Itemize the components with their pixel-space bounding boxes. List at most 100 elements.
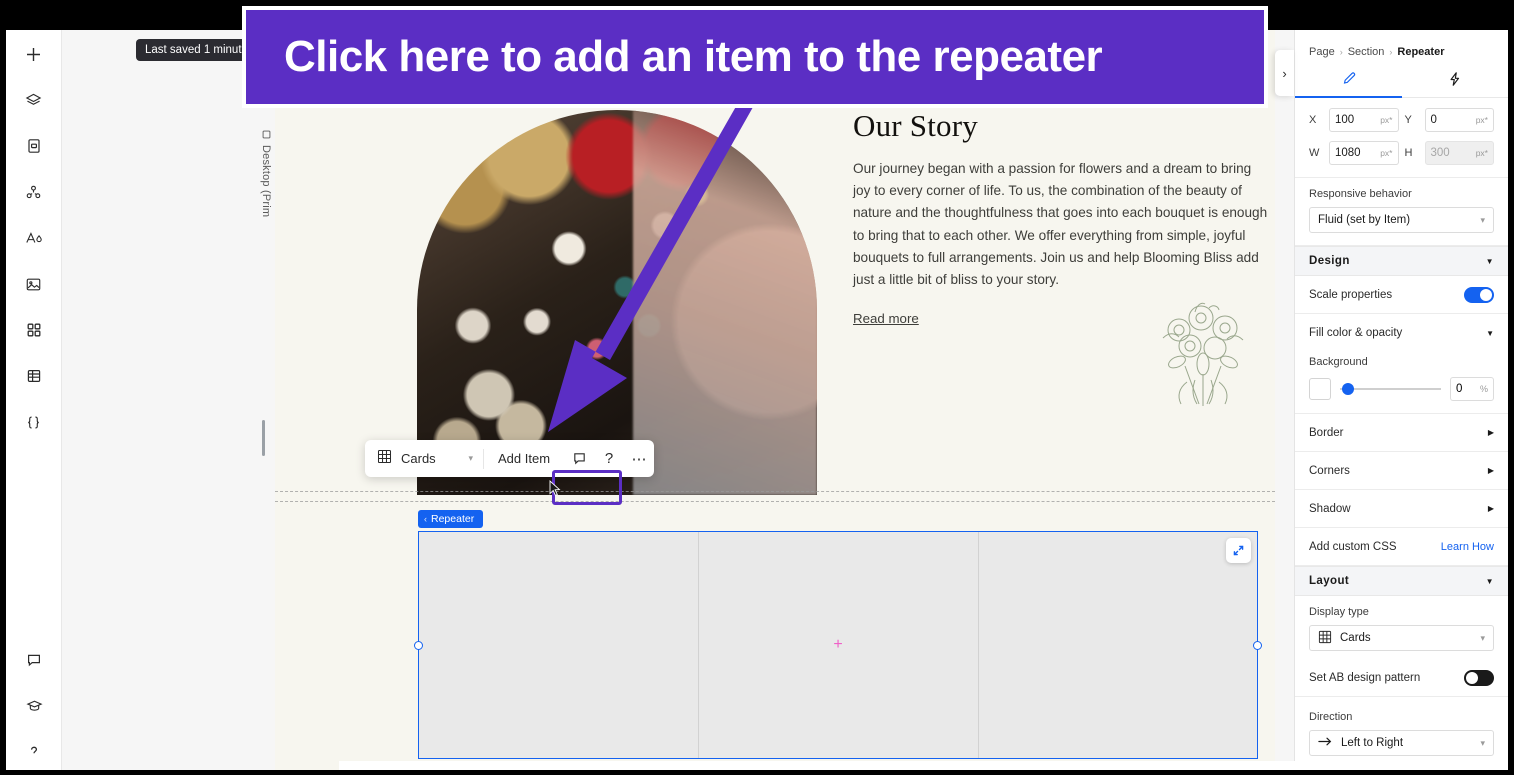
background-opacity-slider[interactable] xyxy=(1340,382,1441,396)
text-icon[interactable] xyxy=(20,224,48,252)
slider-knob[interactable] xyxy=(1342,383,1354,395)
slider-track xyxy=(1340,388,1441,390)
repeater-selection[interactable]: + xyxy=(414,531,1262,759)
grid-icon xyxy=(377,449,392,469)
design-section-header[interactable]: Design ▼ xyxy=(1295,246,1508,276)
apps-icon[interactable] xyxy=(20,316,48,344)
corners-row[interactable]: Corners ▶ xyxy=(1295,452,1508,490)
code-icon[interactable] xyxy=(20,408,48,436)
tab-interactions[interactable] xyxy=(1402,66,1509,97)
repeater-breadcrumb-chip[interactable]: ‹ Repeater xyxy=(418,510,484,528)
background-label-wrap: Background xyxy=(1295,352,1508,377)
display-type-select[interactable]: Cards ▾ xyxy=(1309,625,1494,651)
database-icon[interactable] xyxy=(20,362,48,390)
background-opacity-input[interactable]: 0 % xyxy=(1450,377,1494,401)
background-color-swatch[interactable] xyxy=(1309,378,1331,400)
chip-label: Repeater xyxy=(431,513,475,525)
y-input[interactable]: 0 px* xyxy=(1424,108,1494,132)
responsive-behavior-label: Responsive behavior xyxy=(1309,188,1412,200)
hero-image[interactable] xyxy=(417,110,817,495)
chevron-down-icon: ▾ xyxy=(1480,632,1485,643)
shadow-row[interactable]: Shadow ▶ xyxy=(1295,490,1508,528)
viewport-label: Desktop (Prim xyxy=(260,130,272,217)
media-icon[interactable] xyxy=(20,270,48,298)
pages-icon[interactable] xyxy=(20,132,48,160)
border-label: Border xyxy=(1309,426,1344,439)
add-icon[interactable] xyxy=(20,40,48,68)
display-type-value: Cards xyxy=(401,451,436,466)
story-paragraph: Our journey began with a passion for flo… xyxy=(853,161,1268,288)
chevron-right-icon: ▶ xyxy=(1487,466,1494,475)
bouquet-illustration xyxy=(1162,302,1244,406)
monitor-icon xyxy=(260,130,272,139)
instruction-callout: Click here to add an item to the repeate… xyxy=(242,6,1268,108)
layers-icon[interactable] xyxy=(20,86,48,114)
add-item-button[interactable]: Add Item xyxy=(484,440,564,477)
lightning-icon xyxy=(1447,71,1463,92)
ab-pattern-row[interactable]: Set AB design pattern xyxy=(1295,659,1508,697)
fill-color-opacity-row[interactable]: Fill color & opacity ▼ xyxy=(1295,314,1508,352)
scale-properties-toggle[interactable] xyxy=(1464,286,1494,303)
connections-icon[interactable] xyxy=(20,178,48,206)
breadcrumb: Page › Section › Repeater xyxy=(1295,38,1508,66)
panel-tabs xyxy=(1295,66,1508,98)
comments-icon[interactable] xyxy=(20,646,48,674)
repeater-column-divider xyxy=(978,532,979,758)
resize-handle-left[interactable] xyxy=(414,640,423,650)
toggle-knob xyxy=(1466,671,1478,684)
h-value: 300 xyxy=(1430,147,1450,159)
h-unit: px* xyxy=(1475,148,1488,158)
more-icon[interactable]: ⋯ xyxy=(624,440,654,477)
help-icon[interactable] xyxy=(20,738,48,766)
section-guide-second xyxy=(275,501,1275,502)
responsive-behavior-value: Fluid (set by Item) xyxy=(1318,214,1411,226)
story-text-block: Our Story Our journey began with a passi… xyxy=(853,108,1271,328)
chevron-down-icon: ▼ xyxy=(1486,328,1494,338)
expand-icon[interactable] xyxy=(1226,538,1251,563)
left-toolbar xyxy=(6,30,62,770)
add-element-crosshair[interactable]: + xyxy=(833,637,842,653)
y-unit: px* xyxy=(1475,115,1488,125)
section-guide-top xyxy=(275,491,1275,492)
direction-label: Direction xyxy=(1309,711,1353,723)
chevron-right-icon: ▶ xyxy=(1487,504,1494,513)
resize-handle-right[interactable] xyxy=(1253,640,1262,650)
background-label: Background xyxy=(1309,356,1368,368)
direction-selected-value: Left to Right xyxy=(1341,737,1404,749)
canvas-workspace: Last saved 1 minute ago Desktop (Prim Ou… xyxy=(62,30,1508,770)
x-unit: px* xyxy=(1380,115,1393,125)
layout-section-header[interactable]: Layout ▼ xyxy=(1295,566,1508,596)
collapse-panel-button[interactable]: › xyxy=(1275,50,1294,96)
instruction-callout-text: Click here to add an item to the repeate… xyxy=(284,32,1103,81)
custom-css-row: Add custom CSS Learn How xyxy=(1295,528,1508,566)
learn-how-link[interactable]: Learn How xyxy=(1441,541,1494,553)
breadcrumb-page[interactable]: Page xyxy=(1309,46,1335,58)
viewport-resize-handle[interactable] xyxy=(262,420,265,456)
read-more-link[interactable]: Read more xyxy=(853,311,919,326)
display-type-dropdown[interactable]: Cards ▾ xyxy=(365,440,483,477)
breadcrumb-section[interactable]: Section xyxy=(1348,46,1385,58)
chevron-down-icon: ▼ xyxy=(1485,576,1494,586)
scale-properties-row[interactable]: Scale properties xyxy=(1295,276,1508,314)
y-value: 0 xyxy=(1430,114,1437,126)
percent-unit: % xyxy=(1479,384,1488,394)
width-input[interactable]: 1080 px* xyxy=(1329,141,1399,165)
direction-select[interactable]: Left to Right ▾ xyxy=(1309,730,1494,756)
chevron-down-icon: ▾ xyxy=(468,453,473,463)
grid-icon xyxy=(1318,630,1332,647)
display-type-selected-value: Cards xyxy=(1340,632,1371,644)
element-toolbar: Cards ▾ Add Item ? ⋯ xyxy=(365,440,655,477)
border-row[interactable]: Border ▶ xyxy=(1295,414,1508,452)
comment-icon[interactable] xyxy=(564,440,594,477)
help-icon[interactable]: ? xyxy=(594,440,624,477)
background-opacity-value: 0 xyxy=(1456,383,1463,395)
position-fields: X 100 px* Y 0 px* W 1080 px* H 300 px* xyxy=(1295,98,1508,178)
learn-icon[interactable] xyxy=(20,692,48,720)
x-input[interactable]: 100 px* xyxy=(1329,108,1399,132)
tab-design[interactable] xyxy=(1295,66,1402,98)
ab-pattern-toggle[interactable] xyxy=(1464,669,1494,686)
toggle-knob xyxy=(1480,288,1492,301)
paintbrush-icon xyxy=(1340,71,1356,92)
responsive-behavior-select[interactable]: Fluid (set by Item) ▾ xyxy=(1309,207,1494,233)
chevron-down-icon: ▾ xyxy=(1480,214,1485,225)
